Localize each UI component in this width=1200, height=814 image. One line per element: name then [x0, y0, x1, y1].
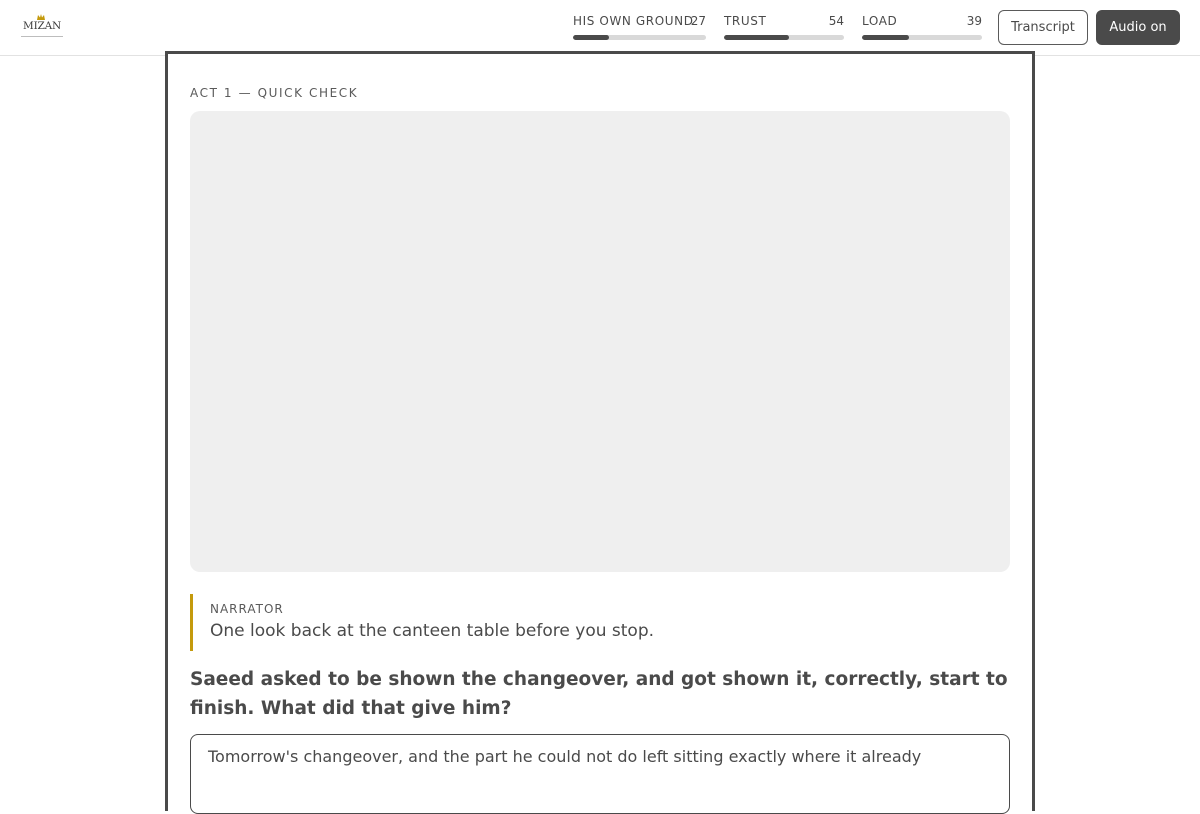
top-bar: MIZAN HIS OWN GROUND 27 TRUST 54 LOAD 39…: [0, 0, 1200, 56]
meter-value: 54: [828, 14, 844, 28]
meter-track: [862, 35, 982, 40]
meter-track: [573, 35, 706, 40]
audio-toggle-button[interactable]: Audio on: [1096, 10, 1180, 45]
meter-label: LOAD: [862, 14, 898, 28]
meter-track: [724, 35, 844, 40]
meter-load: LOAD 39: [862, 14, 982, 42]
speaker-label: NARRATOR: [210, 602, 284, 616]
scene-media-placeholder: [190, 111, 1010, 572]
answer-option-text: Tomorrow's changeover, and the part he c…: [208, 747, 922, 766]
transcript-button[interactable]: Transcript: [998, 10, 1088, 45]
logo-tagline-rule: [21, 36, 63, 37]
scene-card: ACT 1 — QUICK CHECK NARRATOR One look ba…: [165, 51, 1035, 814]
meter-label: HIS OWN GROUND: [573, 14, 694, 28]
mizan-logo: MIZAN: [20, 14, 64, 40]
meter-trust: TRUST 54: [724, 14, 844, 42]
meter-fill: [573, 35, 609, 40]
narrator-block: NARRATOR One look back at the canteen ta…: [190, 594, 1010, 651]
logo-wordmark: MIZAN: [23, 20, 61, 32]
meter-fill: [862, 35, 909, 40]
answer-option[interactable]: Tomorrow's changeover, and the part he c…: [190, 734, 1010, 814]
narrator-line: One look back at the canteen table befor…: [210, 621, 655, 641]
meter-label: TRUST: [724, 14, 767, 28]
meter-his-own-ground: HIS OWN GROUND 27: [573, 14, 706, 42]
act-label: ACT 1 — QUICK CHECK: [190, 86, 359, 100]
meter-fill: [724, 35, 789, 40]
question-text: Saeed asked to be shown the changeover, …: [190, 669, 1008, 719]
meter-value: 39: [966, 14, 982, 28]
meter-value: 27: [690, 14, 706, 28]
